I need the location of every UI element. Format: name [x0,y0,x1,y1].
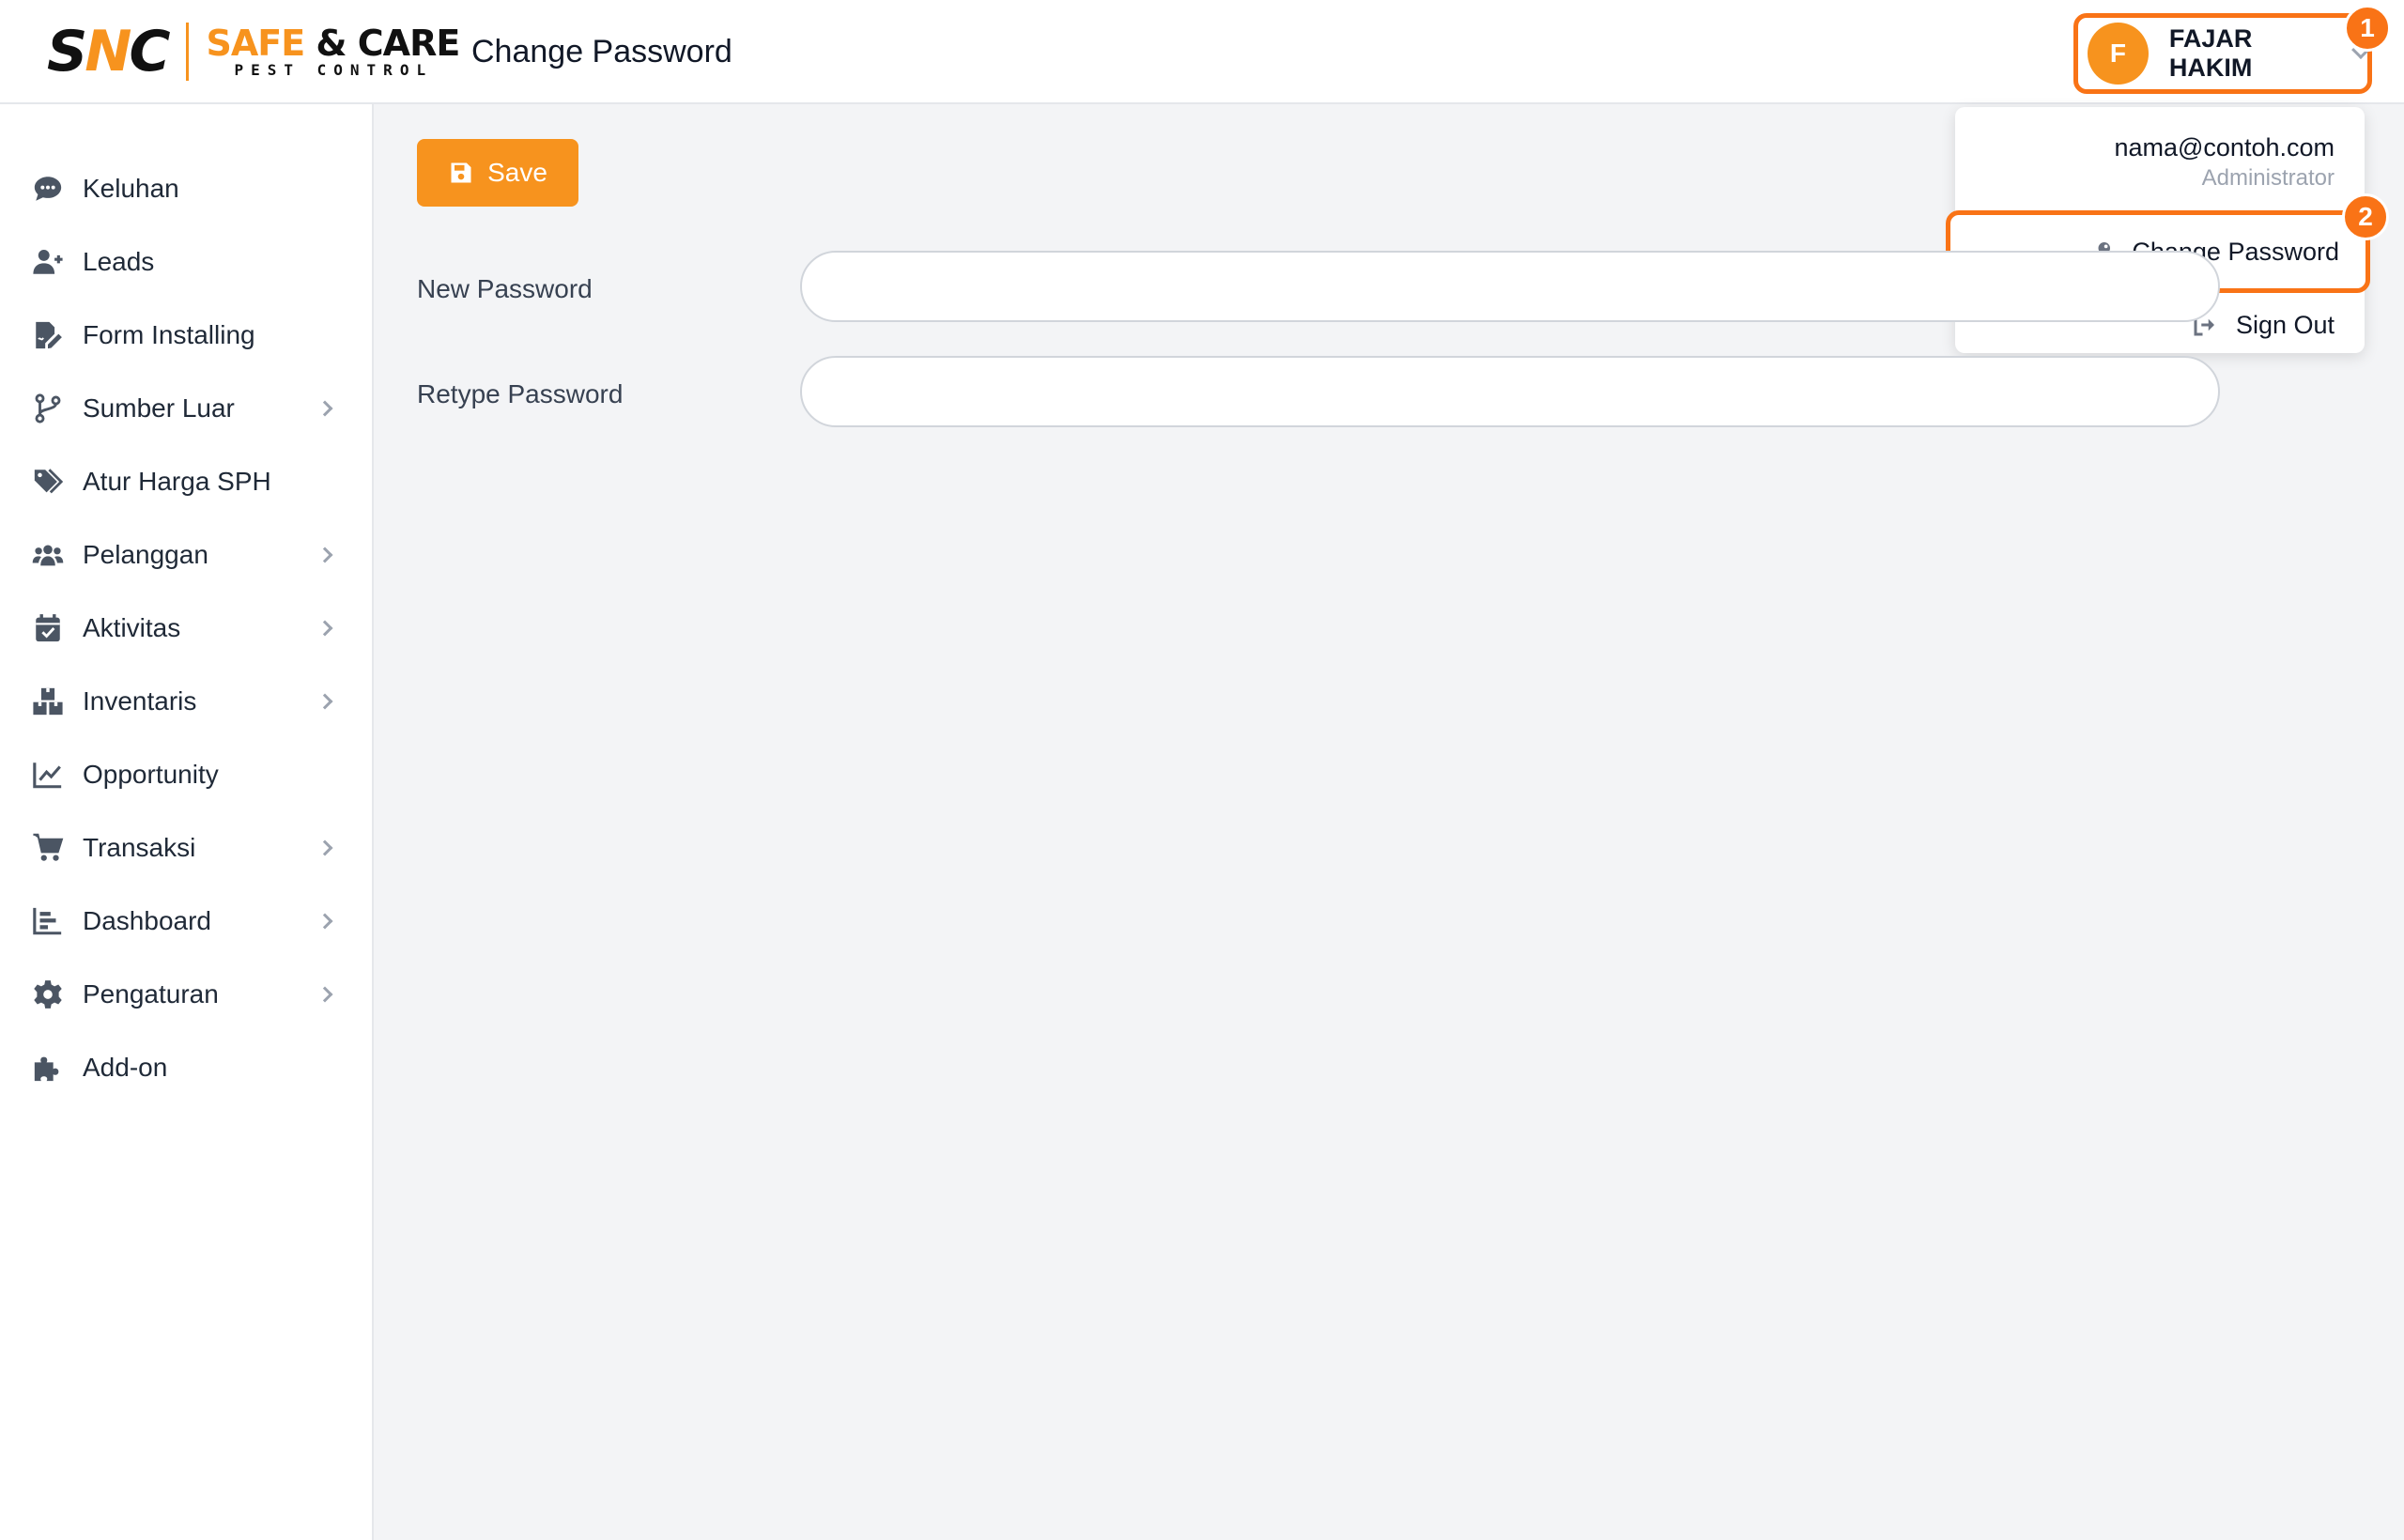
user-role: Administrator [2201,165,2335,191]
chevron-right-icon [316,913,333,930]
sidebar-item-dashboard[interactable]: Dashboard [0,893,372,949]
chart-line-icon [33,762,62,789]
logo-care: & CARE [304,23,460,64]
sidebar-item-label: Atur Harga SPH [83,467,271,496]
chevron-right-icon [316,400,333,417]
sidebar-item-label: Pengaturan [83,979,219,1009]
new-password-input[interactable] [800,251,2220,322]
boxes-icon [33,687,63,716]
step-badge-2: 2 [2342,193,2389,240]
code-branch-icon [35,393,61,424]
user-name: FAJAR HAKIM [2168,24,2253,82]
file-signature-icon [36,321,62,349]
new-password-label: New Password [417,274,593,303]
comment-dots-icon [34,177,62,201]
logo-mark: SNC [47,19,170,85]
sidebar-item-atur-harga-sph[interactable]: Atur Harga SPH [0,454,372,510]
sidebar-item-inventaris[interactable]: Inventaris [0,673,372,730]
sidebar-item-add-on[interactable]: Add-on [0,1040,372,1096]
retype-password-input[interactable] [800,356,2220,427]
sidebar-item-label: Dashboard [83,906,211,935]
sidebar-item-pelanggan[interactable]: Pelanggan [0,527,372,583]
retype-password-label: Retype Password [417,379,624,408]
sidebar-item-label: Opportunity [83,760,219,789]
floppy-disk-icon [451,162,471,183]
logo-divider [186,23,190,81]
step-badge-1: 1 [2344,5,2391,52]
chevron-right-icon [316,547,333,563]
sidebar-item-label: Add-on [83,1053,168,1082]
users-icon [32,545,64,566]
sidebar-item-label: Keluhan [83,174,179,203]
sidebar-item-label: Pelanggan [83,540,208,569]
sign-out-label: Sign Out [2235,310,2335,339]
sidebar-item-label: Leads [83,247,155,276]
logo-subtitle: PEST CONTROL [234,61,434,79]
logo-text: SAFE & CARE PEST CONTROL [206,23,460,79]
sidebar: Keluhan Leads Form Installing Sumber Lua… [0,104,374,1540]
chevron-right-icon [316,620,333,637]
sidebar-item-label: Inventaris [83,686,197,716]
user-menu-button[interactable]: F FAJAR HAKIM [2073,13,2372,94]
brand-logo[interactable]: SNC SAFE & CARE PEST CONTROL [47,19,460,85]
sidebar-item-opportunity[interactable]: Opportunity [0,747,372,803]
puzzle-piece-icon [34,1056,59,1082]
chevron-right-icon [316,986,333,1003]
chevron-right-icon [316,693,333,710]
sidebar-item-aktivitas[interactable]: Aktivitas [0,600,372,656]
top-bar: SNC SAFE & CARE PEST CONTROL Change Pass… [0,0,2404,104]
tags-icon [34,469,64,494]
sidebar-item-form-installing[interactable]: Form Installing [0,307,372,363]
page-title: Change Password [471,34,732,69]
chart-bar-icon [33,907,62,935]
sidebar-item-leads[interactable]: Leads [0,234,372,290]
sidebar-item-pengaturan[interactable]: Pengaturan [0,966,372,1023]
chevron-right-icon [316,839,333,856]
sidebar-item-keluhan[interactable]: Keluhan [0,161,372,217]
cog-icon [34,980,62,1009]
user-email: nama@contoh.com [2114,133,2335,162]
save-button-label: Save [487,158,547,187]
sidebar-item-transaksi[interactable]: Transaksi [0,820,372,876]
avatar: F [2088,23,2149,85]
sidebar-item-label: Sumber Luar [83,393,235,423]
sidebar-item-label: Aktivitas [83,613,181,642]
save-button[interactable]: Save [417,139,578,207]
logo-safe: SAFE [206,23,305,64]
sidebar-item-sumber-luar[interactable]: Sumber Luar [0,380,372,437]
sidebar-item-label: Form Installing [83,320,255,349]
user-plus-icon [33,249,63,274]
sidebar-item-label: Transaksi [83,833,196,862]
calendar-check-icon [36,614,60,642]
shopping-cart-icon [33,833,64,861]
